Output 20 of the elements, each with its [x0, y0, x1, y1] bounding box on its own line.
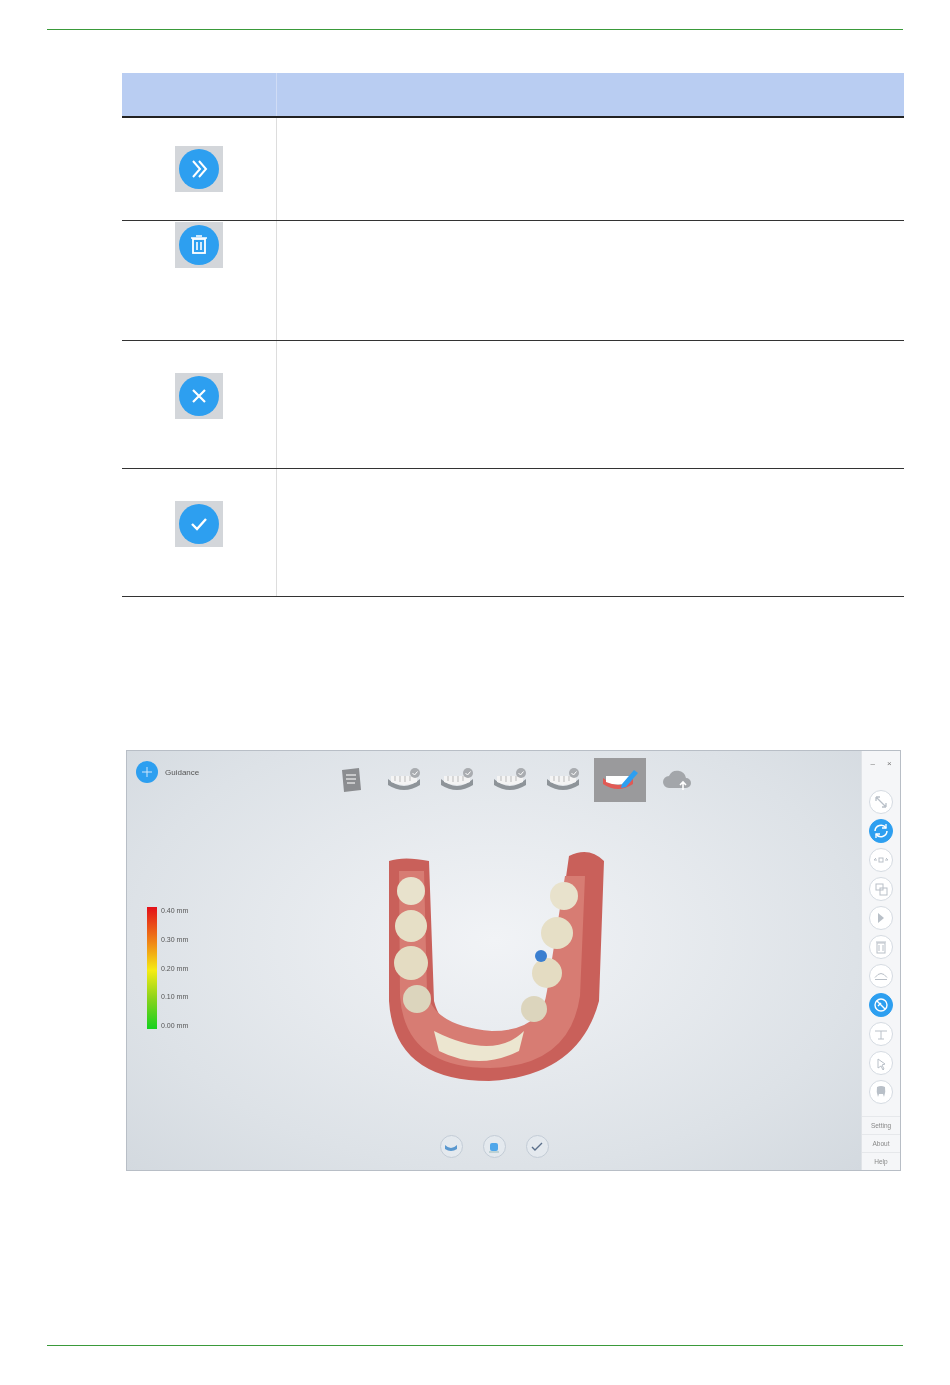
double-chevron-icon — [179, 149, 219, 189]
guidance-label: Guidance — [165, 767, 200, 777]
window-control[interactable]: – — [870, 756, 875, 770]
note-icon — [339, 766, 363, 793]
play-icon — [876, 912, 886, 924]
round-button[interactable] — [439, 1135, 463, 1158]
check-icon — [179, 504, 219, 544]
rotate-icon — [871, 821, 891, 841]
analysis-icon — [871, 995, 891, 1015]
trim-icon — [874, 971, 888, 981]
step-button[interactable] — [594, 757, 646, 802]
tool-button[interactable] — [869, 993, 893, 1017]
trash-icon — [179, 225, 219, 265]
round-button[interactable] — [525, 1135, 549, 1158]
check-icon — [531, 1141, 543, 1152]
window-control[interactable]: × — [886, 756, 892, 770]
plus-icon[interactable] — [136, 761, 158, 783]
close-icon — [179, 376, 219, 416]
round-button[interactable] — [482, 1135, 506, 1158]
tool-button[interactable] — [869, 819, 893, 843]
